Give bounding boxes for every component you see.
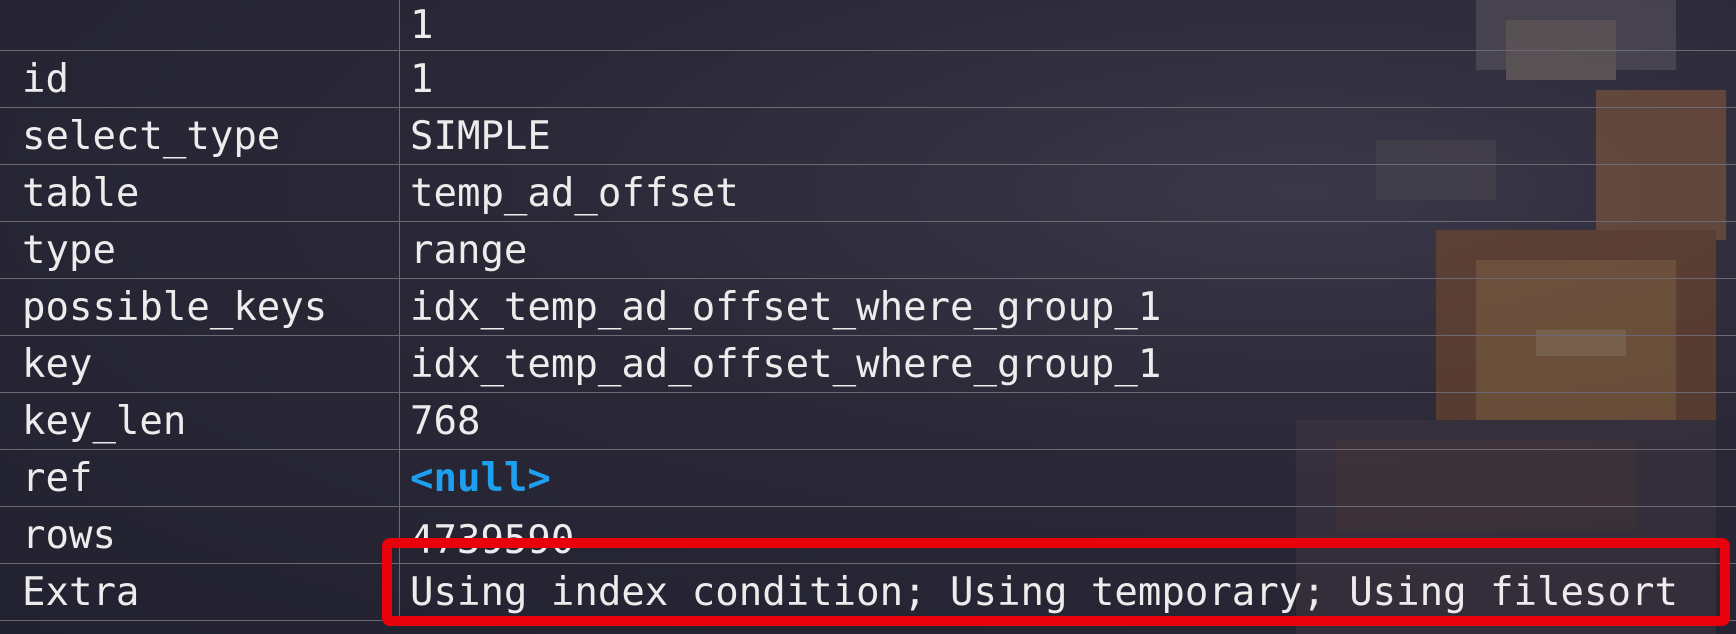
field-name-cell[interactable]: table — [0, 165, 400, 221]
field-value-cell[interactable]: 4739590 — [400, 507, 1736, 563]
table-row[interactable]: Extra Using index condition; Using tempor… — [0, 564, 1736, 621]
field-name-cell[interactable]: ref — [0, 450, 400, 506]
field-name-cell[interactable]: id — [0, 51, 400, 107]
field-value-cell[interactable]: temp_ad_offset — [400, 165, 1736, 221]
field-name-cell[interactable]: possible_keys — [0, 279, 400, 335]
table-row[interactable]: type range — [0, 222, 1736, 279]
field-value-cell[interactable]: idx_temp_ad_offset_where_group_1 — [400, 336, 1736, 392]
explain-result-table: 1 id 1 select_type SIMPLE table temp_ad_offse… — [0, 0, 1736, 621]
field-name-cell[interactable]: key — [0, 336, 400, 392]
table-row[interactable]: select_type SIMPLE — [0, 108, 1736, 165]
null-value-cell[interactable]: <null> — [400, 450, 1736, 506]
field-value-cell[interactable]: 1 — [400, 51, 1736, 107]
column-header: 1 — [410, 2, 434, 48]
field-value-cell[interactable]: idx_temp_ad_offset_where_group_1 — [400, 279, 1736, 335]
header-key-cell — [0, 0, 400, 50]
table-row[interactable]: key idx_temp_ad_offset_where_group_1 — [0, 336, 1736, 393]
table-row[interactable]: ref <null> — [0, 450, 1736, 507]
field-value-cell[interactable]: Using index condition; Using temporary; … — [400, 564, 1736, 620]
table-row[interactable]: rows 4739590 — [0, 507, 1736, 564]
table-row[interactable]: table temp_ad_offset — [0, 165, 1736, 222]
table-row[interactable]: key_len 768 — [0, 393, 1736, 450]
field-value-cell[interactable]: SIMPLE — [400, 108, 1736, 164]
field-name-cell[interactable]: Extra — [0, 564, 400, 620]
field-name-cell[interactable]: type — [0, 222, 400, 278]
table-row[interactable]: id 1 — [0, 51, 1736, 108]
field-name-cell[interactable]: rows — [0, 507, 400, 563]
table-row[interactable]: possible_keys idx_temp_ad_offset_where_gr… — [0, 279, 1736, 336]
field-value-cell[interactable]: range — [400, 222, 1736, 278]
field-name-cell[interactable]: select_type — [0, 108, 400, 164]
field-name-cell[interactable]: key_len — [0, 393, 400, 449]
column-header-row: 1 — [0, 0, 1736, 51]
field-value-cell[interactable]: 768 — [400, 393, 1736, 449]
